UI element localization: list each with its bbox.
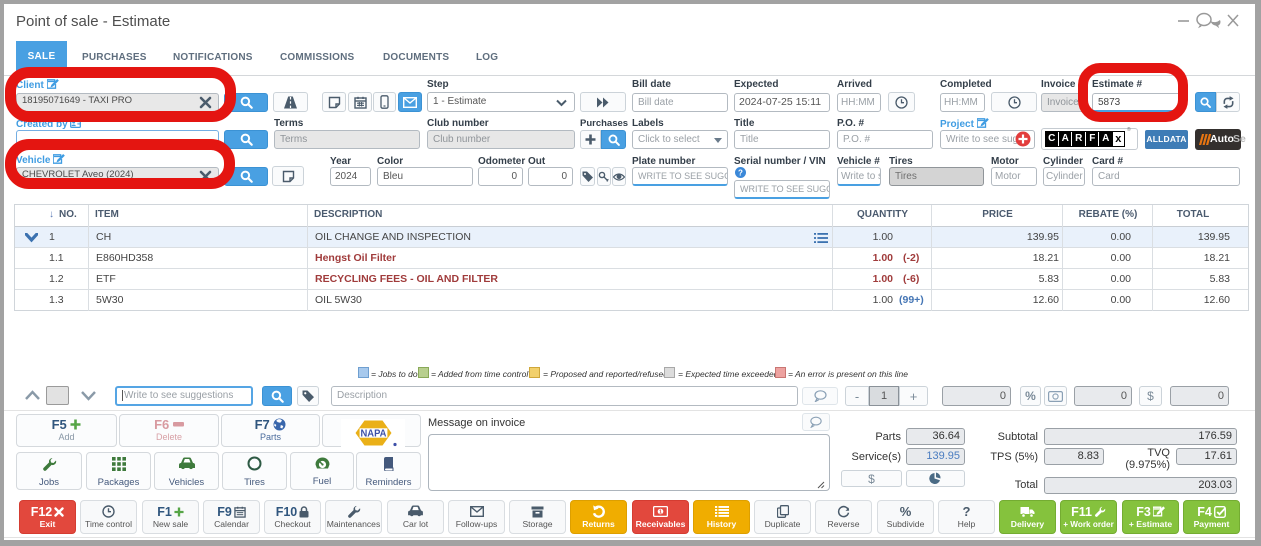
svg-text:?: ? [738,168,743,177]
svg-text:NAPA: NAPA [361,428,387,440]
svg-text:1: 1 [659,510,662,516]
